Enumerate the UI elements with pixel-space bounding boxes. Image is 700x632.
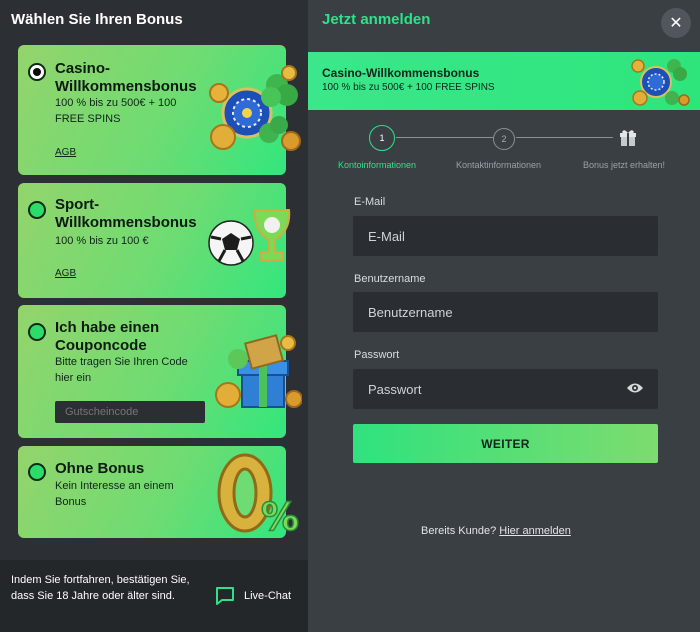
bonus-radio-casino[interactable]: [28, 63, 46, 81]
bonus-card-desc: 100 % bis zu 500€ + 100 FREE SPINS: [55, 97, 177, 125]
step-connector: [516, 137, 613, 138]
username-label: Benutzername: [354, 273, 426, 285]
selected-bonus-banner: Casino-Willkommensbonus 100 % bis zu 500…: [308, 52, 700, 110]
bonus-radio-sport[interactable]: [28, 201, 46, 219]
bonus-card-sport[interactable]: Sport-Willkommensbonus 100 % bis zu 100 …: [18, 183, 291, 298]
coupon-code-input[interactable]: [55, 401, 205, 423]
existing-customer-prompt: Bereits Kunde? Hier anmelden: [421, 525, 571, 537]
bonus-card-desc: Bitte tragen Sie Ihren Code hier ein: [55, 356, 188, 384]
username-field[interactable]: [353, 292, 658, 332]
step-1-label: Kontoinformationen: [338, 160, 417, 170]
age-confirmation-text: Indem Sie fortfahren, bestätigen Sie, da…: [11, 574, 190, 602]
bonus-card-title: Casino-Willkommensbonus: [55, 60, 197, 95]
banner-title: Casino-Willkommensbonus: [322, 66, 480, 80]
agb-link[interactable]: AGB: [55, 147, 76, 158]
bonus-selection-panel: Wählen Sie Ihren Bonus Casino-Willkommen…: [0, 0, 308, 632]
registration-panel: Jetzt anmelden ✕ Casino-Willkommensbonus…: [308, 0, 700, 632]
close-button[interactable]: ✕: [661, 8, 691, 38]
svg-text:%: %: [261, 495, 299, 536]
password-label: Passwort: [354, 349, 400, 361]
bonus-card-desc: 100 % bis zu 100 €: [55, 235, 149, 247]
step-2-label: Kontaktinformationen: [456, 160, 542, 170]
bonus-card-title: Ohne Bonus: [55, 460, 145, 477]
password-field[interactable]: [353, 369, 658, 409]
continue-button[interactable]: WEITER: [353, 424, 658, 463]
banner-subtitle: 100 % bis zu 500€ + 100 FREE SPINS: [322, 82, 495, 93]
close-icon: ✕: [669, 15, 683, 32]
bonus-card-title: Ich habe einen Couponcode: [55, 319, 160, 354]
casino-roulette-clover-icon: [630, 52, 690, 115]
gift-box-coins-icon: [212, 329, 303, 419]
live-chat-label: Live-Chat: [244, 590, 292, 602]
bonus-card-title: Sport-Willkommensbonus: [55, 196, 197, 231]
login-link[interactable]: Hier anmelden: [499, 525, 571, 537]
bonus-radio-coupon[interactable]: [28, 323, 46, 341]
bonus-card-casino[interactable]: Casino-Willkommensbonus 100 % bis zu 500…: [18, 45, 301, 175]
registration-title: Jetzt anmelden: [322, 11, 431, 28]
casino-roulette-clover-icon: [207, 63, 302, 158]
bonus-radio-none[interactable]: [28, 463, 46, 481]
football-trophy-icon: [207, 205, 302, 285]
step-connector: [396, 137, 493, 138]
show-password-eye-icon[interactable]: [626, 381, 644, 400]
live-chat-button[interactable]: Live-Chat: [215, 586, 291, 606]
gift-icon: [619, 129, 637, 152]
email-field[interactable]: [353, 216, 658, 256]
bonus-card-desc: Kein Interesse an einem Bonus: [55, 480, 174, 508]
email-label: E-Mail: [354, 196, 386, 208]
chat-bubble-icon: [216, 587, 234, 605]
zero-percent-icon: %: [215, 450, 300, 541]
step-1-indicator: 1: [369, 125, 395, 151]
step-2-indicator: 2: [493, 128, 515, 150]
step-3-label: Bonus jetzt erhalten!: [583, 160, 666, 170]
agb-link[interactable]: AGB: [55, 268, 76, 279]
bonus-card-none[interactable]: Ohne Bonus Kein Interesse an einem Bonus…: [18, 446, 300, 540]
left-footer: Indem Sie fortfahren, bestätigen Sie, da…: [0, 560, 308, 632]
bonus-card-coupon[interactable]: Ich habe einen Couponcode Bitte tragen S…: [18, 305, 303, 438]
registration-steps: 1 2 Kontoinformationen Kontaktinformatio…: [308, 120, 700, 180]
bonus-panel-title: Wählen Sie Ihren Bonus: [11, 11, 183, 28]
login-prompt-text: Bereits Kunde?: [421, 525, 497, 537]
